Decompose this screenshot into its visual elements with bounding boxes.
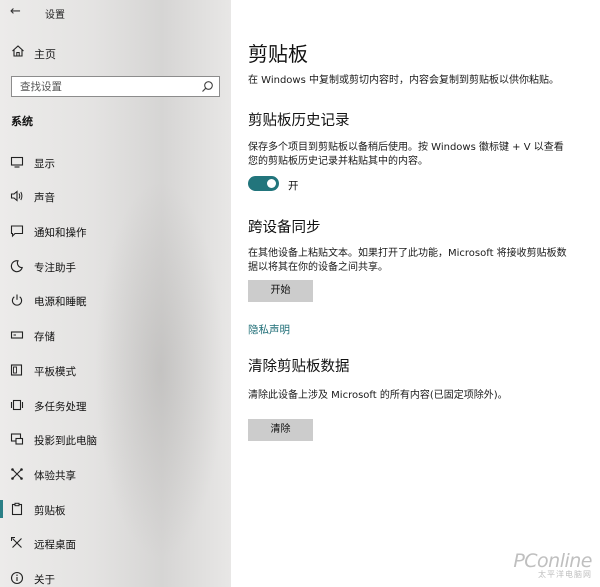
toggle-knob [267, 179, 276, 188]
notification-icon [10, 225, 24, 238]
sidebar-item-label: 主页 [34, 48, 56, 61]
sidebar-item-label: 显示 [34, 158, 55, 170]
history-heading: 剪贴板历史记录 [248, 113, 350, 129]
sidebar-item-home[interactable]: 主页 [0, 41, 231, 63]
sidebar-item-storage[interactable]: 存储 [0, 322, 231, 348]
intro-text: 在 Windows 中复制或剪切内容时，内容会复制到剪贴板以供你粘贴。 [248, 75, 559, 86]
sidebar-item-display[interactable]: 显示 [0, 149, 231, 175]
sync-heading: 跨设备同步 [248, 220, 321, 236]
back-arrow-icon[interactable]: ← [10, 4, 26, 20]
sidebar-item-label: 关于 [34, 574, 55, 586]
sidebar-item-notifications[interactable]: 通知和操作 [0, 218, 231, 244]
main-content: 剪贴板 在 Windows 中复制或剪切内容时，内容会复制到剪贴板以供你粘贴。 … [231, 0, 600, 587]
sidebar-item-label: 投影到此电脑 [34, 435, 97, 447]
sidebar-item-focus-assist[interactable]: 专注助手 [0, 253, 231, 279]
sidebar-item-label: 体验共享 [34, 470, 76, 482]
tablet-icon [10, 364, 23, 376]
history-toggle[interactable] [248, 176, 279, 191]
sidebar-item-label: 通知和操作 [34, 227, 87, 239]
multitask-icon [10, 399, 24, 411]
share-icon [11, 468, 23, 480]
sidebar-item-shared-experiences[interactable]: 体验共享 [0, 461, 231, 487]
clear-button[interactable]: 清除 [248, 419, 313, 441]
clear-heading: 清除剪贴板数据 [248, 359, 350, 375]
section-label: 系统 [11, 115, 33, 128]
sync-desc-line1: 在其他设备上粘贴文本。如果打开了此功能，Microsoft 将接收剪贴板数 [248, 248, 567, 259]
page-title: 剪贴板 [248, 42, 308, 66]
sync-desc-line2: 据以将其在你的设备之间共享。 [248, 262, 388, 273]
sidebar-item-power[interactable]: 电源和睡眠 [0, 287, 231, 313]
sidebar-item-label: 剪贴板 [34, 505, 66, 517]
sidebar-item-label: 平板模式 [34, 366, 76, 378]
title-bar: ← 设置 [0, 0, 231, 24]
home-icon [12, 45, 24, 57]
sidebar-item-multitasking[interactable]: 多任务处理 [0, 392, 231, 418]
privacy-statement-link[interactable]: 隐私声明 [248, 322, 290, 337]
storage-icon [10, 331, 24, 339]
remote-icon [11, 537, 22, 548]
sidebar-item-label: 专注助手 [34, 262, 76, 274]
toggle-state-label: 开 [288, 180, 299, 192]
info-icon [10, 571, 24, 585]
sidebar-item-label: 存储 [34, 331, 55, 343]
sidebar-item-label: 远程桌面 [34, 539, 76, 551]
speaker-icon [10, 190, 23, 202]
clear-desc: 清除此设备上涉及 Microsoft 的所有内容(已固定项除外)。 [248, 390, 508, 401]
sidebar-item-label: 多任务处理 [34, 401, 87, 413]
clipboard-icon [11, 502, 23, 516]
sidebar-item-remote-desktop[interactable]: 远程桌面 [0, 530, 231, 556]
history-desc-line2: 您的剪贴板历史记录并粘贴其中的内容。 [248, 156, 428, 167]
sidebar-item-about[interactable]: 关于 [0, 565, 231, 587]
search-icon[interactable] [201, 80, 214, 93]
moon-icon [10, 260, 23, 273]
display-icon [10, 156, 24, 168]
watermark: PConline 太平洋电脑网 [513, 550, 592, 580]
sidebar-item-label: 声音 [34, 192, 55, 204]
search-input[interactable] [12, 77, 197, 96]
project-icon [10, 433, 24, 445]
power-icon [11, 294, 23, 306]
sidebar-item-project[interactable]: 投影到此电脑 [0, 426, 231, 452]
get-started-button[interactable]: 开始 [248, 280, 313, 302]
sidebar-item-tablet-mode[interactable]: 平板模式 [0, 357, 231, 383]
window-title: 设置 [45, 10, 65, 21]
sidebar: ← 设置 主页 系统 显示 声音 通知和操作 [0, 0, 231, 587]
sidebar-item-clipboard[interactable]: 剪贴板 [0, 496, 231, 522]
sidebar-item-sound[interactable]: 声音 [0, 183, 231, 209]
history-desc-line1: 保存多个项目到剪贴板以备稍后使用。按 Windows 徽标键 + V 以查看 [248, 142, 564, 153]
search-box[interactable] [11, 76, 220, 97]
sidebar-item-label: 电源和睡眠 [34, 296, 87, 308]
